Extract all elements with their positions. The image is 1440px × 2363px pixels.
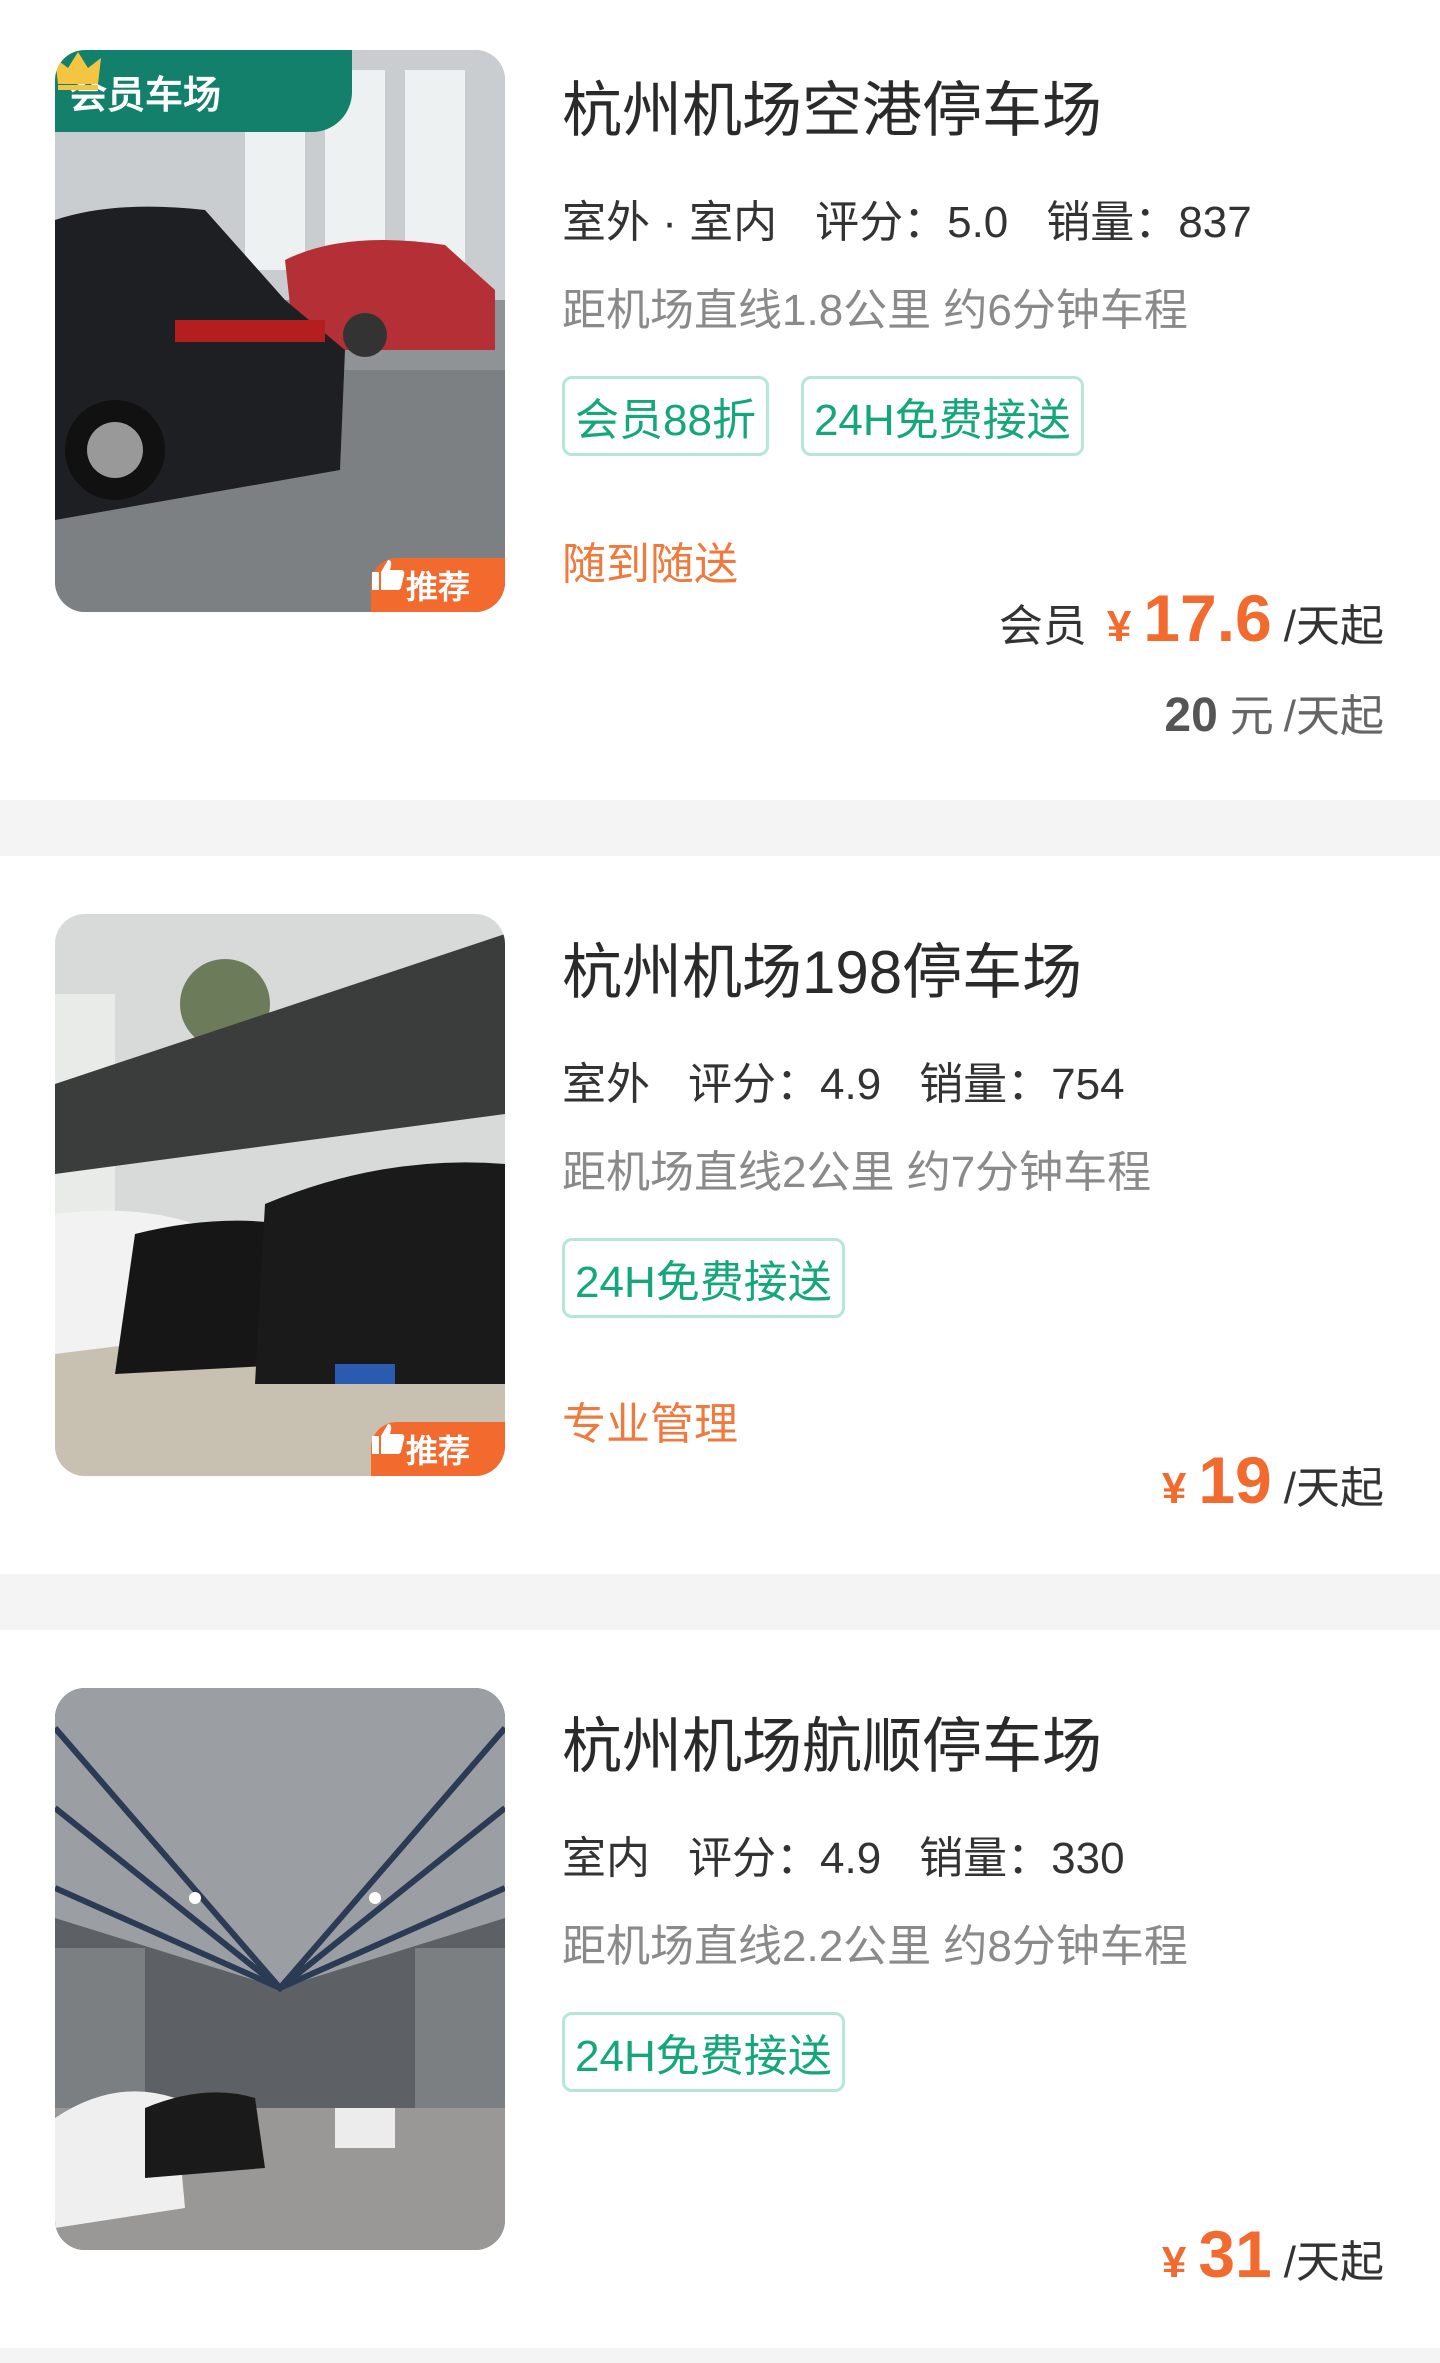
lot-tags: 24H免费接送 <box>562 2012 877 2092</box>
original-price: 20 元 /天起 <box>1164 680 1384 744</box>
original-price-unit: 元 <box>1229 692 1274 741</box>
tag-member-discount: 会员88折 <box>562 376 769 456</box>
original-price-amount: 20 <box>1164 689 1218 742</box>
sales-label: 销量： <box>1046 198 1179 247</box>
lot-tags: 24H免费接送 <box>562 1238 877 1318</box>
sales-value: 754 <box>1051 1060 1125 1109</box>
lot-title[interactable]: 杭州机场空港停车场 <box>562 62 1102 149</box>
lot-meta: 室内 评分：4.9 销量：330 <box>562 1822 1163 1890</box>
card-divider <box>0 2348 1440 2363</box>
recommend-badge-label: 推荐 <box>405 1433 470 1469</box>
lot-tags: 会员88折 24H免费接送 <box>562 376 1116 456</box>
price-unit: /天起 <box>1283 602 1384 651</box>
recommend-badge: 推荐 <box>371 1422 505 1476</box>
lot-meta: 室外 · 室内 评分：5.0 销量：837 <box>562 186 1290 254</box>
lot-distance: 距机场直线1.8公里 约6分钟车程 <box>562 286 1188 335</box>
member-price: 会员 ¥ 17.6 /天起 <box>999 580 1384 656</box>
sales-label: 销量： <box>919 1834 1052 1883</box>
rating: 评分：5.0 <box>815 186 1008 250</box>
rating: 评分：4.9 <box>688 1822 881 1886</box>
sales: 销量：837 <box>1046 186 1251 250</box>
crown-icon <box>55 52 101 90</box>
rating-value: 4.9 <box>820 1834 882 1883</box>
rating-label: 评分： <box>815 198 948 247</box>
rating-label: 评分： <box>688 1834 820 1883</box>
tag-free-shuttle: 24H免费接送 <box>562 1238 845 1318</box>
lot-title[interactable]: 杭州机场198停车场 <box>562 924 1082 1011</box>
price-amount: 31 <box>1198 2217 1272 2291</box>
parking-lot-card[interactable]: 推荐 杭州机场198停车场 室外 评分：4.9 销量：754 距机场直线2公里 … <box>0 856 1440 1574</box>
tag-free-shuttle: 24H免费接送 <box>562 2012 845 2092</box>
rating-label: 评分： <box>688 1060 820 1109</box>
price-unit: /天起 <box>1283 1464 1384 1513</box>
currency-symbol: ¥ <box>1161 1464 1187 1513</box>
parking-lot-card[interactable]: 会员车场 推荐 杭州机场空港停车场 室外 · 室内 评分：5.0 销量：837 … <box>0 0 1440 800</box>
currency-symbol: ¥ <box>1161 2238 1187 2287</box>
lot-type: 室内 <box>562 1822 650 1890</box>
lot-photo-image <box>55 50 505 612</box>
price: ¥ 19 /天起 <box>1162 1442 1384 1518</box>
lot-photo-image <box>55 1688 505 2250</box>
lot-photo[interactable]: 会员车场 推荐 <box>55 50 505 612</box>
sales: 销量：754 <box>919 1048 1124 1112</box>
currency-symbol: ¥ <box>1106 602 1132 651</box>
price-amount: 17.6 <box>1143 581 1272 655</box>
lot-photo-image <box>55 914 505 1476</box>
lot-photo[interactable] <box>55 1688 505 2250</box>
sales: 销量：330 <box>919 1822 1124 1886</box>
lot-distance: 距机场直线2.2公里 约8分钟车程 <box>562 1922 1188 1971</box>
rating-value: 4.9 <box>820 1060 882 1109</box>
member-lot-badge: 会员车场 <box>55 50 352 132</box>
sales-value: 837 <box>1178 198 1252 247</box>
price-prefix: 会员 <box>998 602 1087 651</box>
lot-meta: 室外 评分：4.9 销量：754 <box>562 1048 1163 1116</box>
lot-title[interactable]: 杭州机场航顺停车场 <box>562 1698 1102 1785</box>
lot-distance: 距机场直线2公里 约7分钟车程 <box>562 1148 1152 1197</box>
lot-type: 室外 · 室内 <box>562 186 778 254</box>
thumbs-up-icon <box>372 560 405 590</box>
tag-free-shuttle: 24H免费接送 <box>800 376 1084 456</box>
price: ¥ 31 /天起 <box>1162 2216 1384 2292</box>
thumbs-up-icon <box>372 1424 405 1454</box>
parking-lot-card[interactable]: 杭州机场航顺停车场 室内 评分：4.9 销量：330 距机场直线2.2公里 约8… <box>0 1630 1440 2348</box>
original-price-suffix: /天起 <box>1283 692 1384 741</box>
recommend-badge: 推荐 <box>371 558 505 612</box>
rating-value: 5.0 <box>947 198 1009 247</box>
card-divider <box>0 1574 1440 1630</box>
lot-photo[interactable]: 推荐 <box>55 914 505 1476</box>
lot-feature: 随到随送 <box>562 540 738 589</box>
recommend-badge-label: 推荐 <box>405 569 470 605</box>
card-divider <box>0 800 1440 856</box>
price-unit: /天起 <box>1283 2238 1384 2287</box>
sales-label: 销量： <box>919 1060 1052 1109</box>
sales-value: 330 <box>1051 1834 1125 1883</box>
rating: 评分：4.9 <box>688 1048 881 1112</box>
price-amount: 19 <box>1198 1443 1272 1517</box>
lot-type: 室外 <box>562 1048 650 1116</box>
lot-feature: 专业管理 <box>562 1400 738 1449</box>
